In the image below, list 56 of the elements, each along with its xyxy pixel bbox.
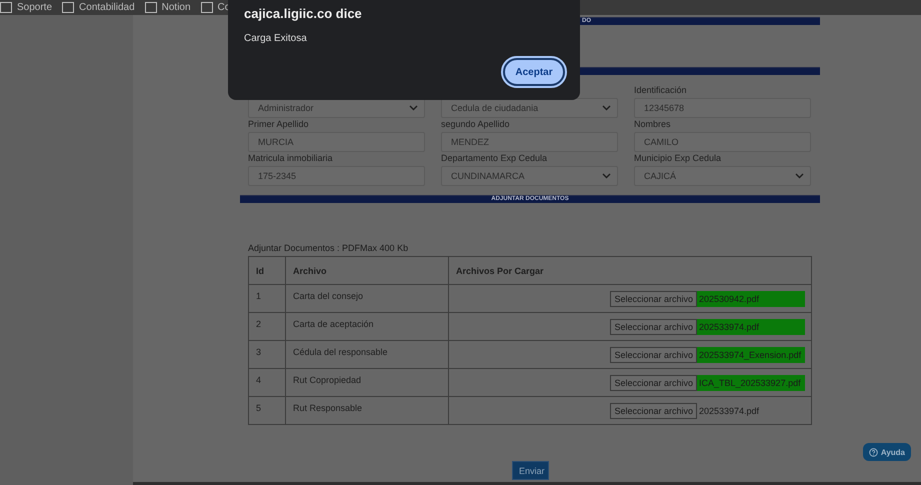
field-label: Municipio Exp Cedula xyxy=(634,153,722,164)
select-field[interactable]: Administrador xyxy=(248,98,425,118)
choose-file-button[interactable]: Seleccionar archivo xyxy=(610,346,697,362)
bookmark-icon xyxy=(144,2,157,13)
select-field[interactable]: CAJICÁ xyxy=(634,166,811,186)
input-field[interactable]: MENDEZ xyxy=(441,132,618,152)
bookmark-link[interactable]: Notion xyxy=(162,2,191,14)
table-cell: Rut Responsable xyxy=(286,396,448,424)
field-label: Identificación xyxy=(634,85,688,96)
table-cell: 4 xyxy=(248,368,286,396)
table-cell: 5 xyxy=(248,396,286,424)
input-field[interactable]: 12345678 xyxy=(634,98,811,118)
bookmark-icon xyxy=(62,2,74,13)
bookmark-icon xyxy=(200,2,213,13)
bookmark-link[interactable]: Contabilidad xyxy=(79,2,135,14)
input-field[interactable]: MURCIA xyxy=(248,132,425,152)
file-name: 202533974.pdf xyxy=(698,404,760,418)
table-cell: Carta de aceptación xyxy=(286,312,448,340)
table-cell: Rut Copropiedad xyxy=(286,368,448,396)
table-cell: Carta del consejo xyxy=(286,284,448,312)
table-cell: 2 xyxy=(248,312,286,340)
field-label: Nombres xyxy=(634,119,672,130)
help-button[interactable]: Ayuda xyxy=(862,443,911,461)
file-name: 202533974_Exension.pdf xyxy=(697,346,805,362)
choose-file-button[interactable]: Seleccionar archivo xyxy=(610,374,697,390)
bookmark-link[interactable]: Soporte xyxy=(17,2,52,14)
bookmark-icon xyxy=(0,2,12,13)
field-label: Matricula inmobiliaria xyxy=(248,153,334,164)
send-button[interactable]: Enviar xyxy=(512,461,549,480)
choose-file-button[interactable]: Seleccionar archivo xyxy=(610,318,697,334)
column-header: Archivo xyxy=(286,256,448,284)
field-label: segundo Apellido xyxy=(441,119,511,130)
chevron-down-icon xyxy=(795,173,804,179)
table-cell: 3 xyxy=(248,340,286,368)
field-label: Departamento Exp Cedula xyxy=(441,153,548,164)
table-caption: Adjuntar Documentos : PDFMax 400 Kb xyxy=(248,243,410,254)
chevron-down-icon xyxy=(409,105,418,111)
file-name: ICA_TBL_202533927.pdf xyxy=(697,374,805,390)
choose-file-button[interactable]: Seleccionar archivo xyxy=(610,402,697,418)
chevron-down-icon xyxy=(602,105,611,111)
accept-button[interactable]: Aceptar xyxy=(503,58,565,86)
column-header: Archivos Por Cargar xyxy=(448,256,812,284)
dialog-message: Carga Exitosa xyxy=(244,33,308,45)
file-name: 202530942.pdf xyxy=(697,290,805,306)
choose-file-button[interactable]: Seleccionar archivo xyxy=(610,290,697,306)
field-label: Primer Apellido xyxy=(248,119,310,130)
file-name: 202533974.pdf xyxy=(697,318,805,334)
table-cell: 1 xyxy=(248,284,286,312)
help-icon xyxy=(868,448,878,456)
input-field[interactable]: 175-2345 xyxy=(248,166,425,186)
chevron-down-icon xyxy=(602,173,611,179)
select-field[interactable]: CUNDINAMARCA xyxy=(441,166,618,186)
input-field[interactable]: CAMILO xyxy=(634,132,811,152)
column-header: Id xyxy=(248,256,286,284)
select-field[interactable]: Cedula de ciudadania xyxy=(441,98,618,118)
table-cell: Cédula del responsable xyxy=(286,340,448,368)
